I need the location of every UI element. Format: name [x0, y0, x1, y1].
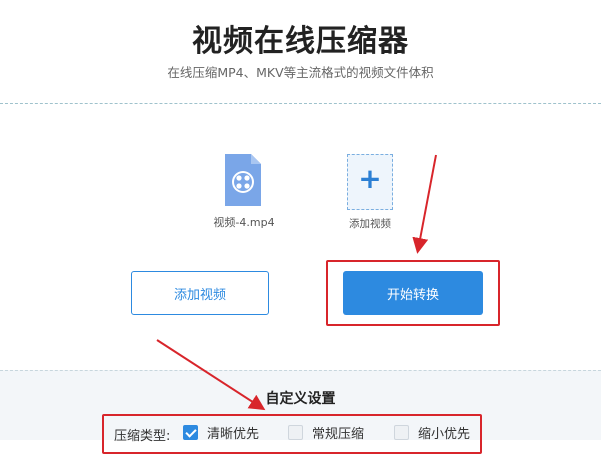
checkbox-icon[interactable] [394, 424, 409, 440]
option-clarity-first[interactable]: 清晰优先 [183, 423, 260, 442]
page-subtitle: 在线压缩MP4、MKV等主流格式的视频文件体积 [167, 65, 434, 80]
option-shrink-first[interactable]: 缩小优先 [394, 423, 471, 442]
add-video-tile-label: 添加视频 [349, 218, 391, 230]
video-file-icon [225, 154, 261, 206]
settings-title: 自定义设置 [265, 391, 336, 407]
header: 视频在线压缩器 在线压缩MP4、MKV等主流格式的视频文件体积 [0, 0, 601, 104]
add-video-button[interactable]: 添加视频 [131, 271, 269, 315]
checkbox-checked-icon[interactable] [183, 424, 198, 440]
checkbox-icon[interactable] [288, 424, 303, 440]
page-title: 视频在线压缩器 [192, 24, 409, 59]
plus-icon: + [358, 162, 382, 195]
settings-divider [0, 370, 601, 371]
option-normal-compress[interactable]: 常规压缩 [288, 423, 365, 442]
start-convert-button[interactable]: 开始转换 [343, 271, 483, 315]
header-divider [0, 103, 601, 104]
option-label: 清晰优先 [207, 426, 260, 442]
option-label: 常规压缩 [312, 426, 365, 442]
arrow-to-convert-icon [412, 154, 437, 254]
add-video-tile[interactable]: + [347, 154, 393, 210]
file-name: 视频-4.mp4 [213, 216, 275, 229]
option-label: 缩小优先 [418, 426, 471, 442]
compression-type-label: 压缩类型: [114, 429, 171, 444]
